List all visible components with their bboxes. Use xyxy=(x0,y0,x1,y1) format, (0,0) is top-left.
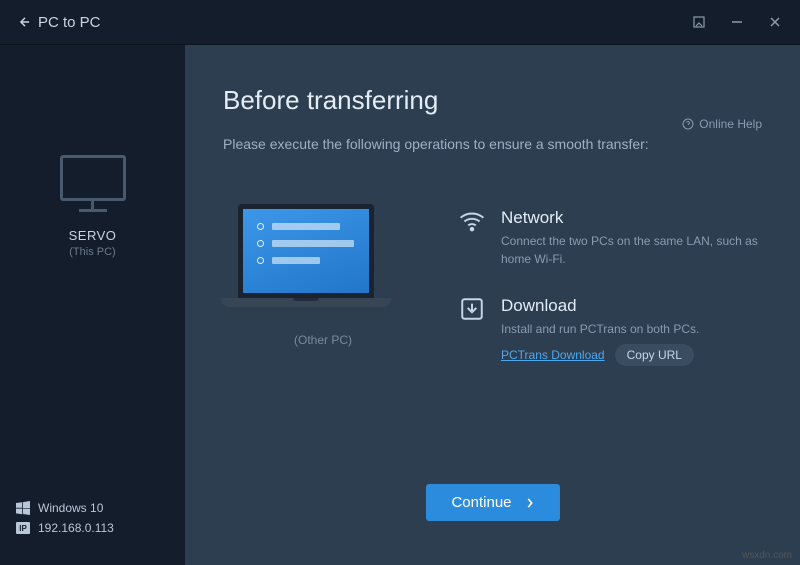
back-label: PC to PC xyxy=(38,14,101,31)
copy-url-button[interactable]: Copy URL xyxy=(615,344,694,366)
pc-sublabel: (This PC) xyxy=(69,246,115,258)
arrow-left-icon xyxy=(18,15,32,29)
page-subtitle: Please execute the following operations … xyxy=(223,136,762,152)
download-icon xyxy=(459,296,485,322)
other-pc-label: (Other PC) xyxy=(294,333,352,347)
back-button[interactable]: PC to PC xyxy=(18,14,101,31)
pc-name: SERVO xyxy=(69,228,117,243)
app-body: SERVO (This PC) Windows 10 IP 192.168.0.… xyxy=(0,45,800,565)
step-download: Download Install and run PCTrans on both… xyxy=(459,296,762,366)
steps-list: Network Connect the two PCs on the same … xyxy=(459,204,762,394)
minimize-button[interactable] xyxy=(730,15,744,29)
sidebar: SERVO (This PC) Windows 10 IP 192.168.0.… xyxy=(0,45,185,565)
windows-icon xyxy=(16,501,30,515)
watermark: wsxdn.com xyxy=(742,550,792,561)
step-network: Network Connect the two PCs on the same … xyxy=(459,208,762,268)
help-icon xyxy=(682,118,694,130)
pctrans-download-link[interactable]: PCTrans Download xyxy=(501,348,605,362)
page-title: Before transferring xyxy=(223,85,762,116)
window-controls xyxy=(692,15,782,29)
this-pc-graphic: SERVO (This PC) xyxy=(60,155,126,258)
laptop-icon xyxy=(238,204,374,298)
restore-down-icon[interactable] xyxy=(692,15,706,29)
os-label: Windows 10 xyxy=(38,501,103,515)
system-info: Windows 10 IP 192.168.0.113 xyxy=(16,495,169,535)
step-network-desc: Connect the two PCs on the same LAN, suc… xyxy=(501,232,762,268)
ip-icon: IP xyxy=(16,522,30,534)
ip-label: 192.168.0.113 xyxy=(38,521,114,535)
step-network-title: Network xyxy=(501,208,762,228)
monitor-icon xyxy=(60,155,126,201)
close-button[interactable] xyxy=(768,15,782,29)
chevron-right-icon xyxy=(526,498,534,508)
main-panel: Before transferring Please execute the f… xyxy=(185,45,800,565)
continue-button[interactable]: Continue xyxy=(425,484,559,521)
wifi-icon xyxy=(459,208,485,234)
step-download-title: Download xyxy=(501,296,762,316)
other-pc-graphic: (Other PC) xyxy=(223,204,423,347)
online-help-link[interactable]: Online Help xyxy=(682,117,762,131)
step-download-desc: Install and run PCTrans on both PCs. xyxy=(501,320,762,338)
titlebar: PC to PC xyxy=(0,0,800,45)
